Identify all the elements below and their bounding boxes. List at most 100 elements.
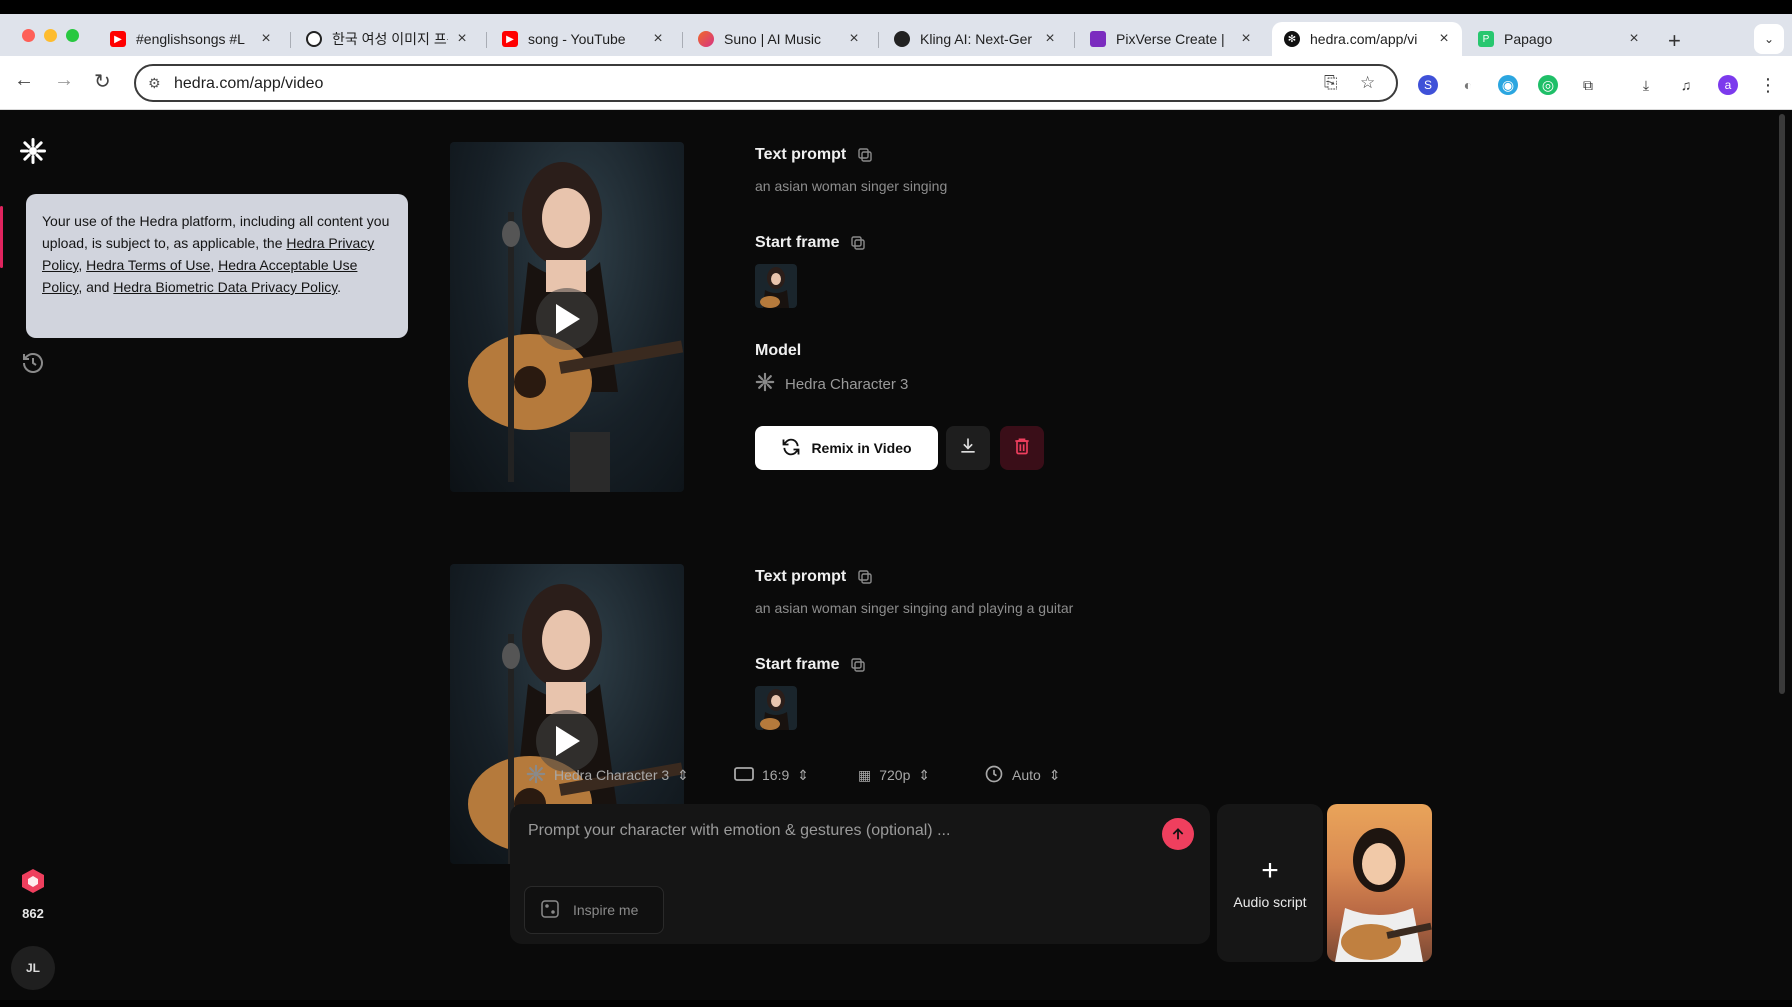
credit-balance: 862 [22,906,44,921]
back-icon[interactable]: ← [14,69,34,92]
address-bar[interactable]: ⚙ hedra.com/app/video ⎘ ☆ [134,64,1398,102]
pixverse-icon [1090,31,1106,47]
close-tab-icon[interactable]: × [1238,30,1254,48]
youtube-icon: ▶ [502,31,518,47]
close-tab-icon[interactable]: × [454,30,470,48]
kling-icon [894,31,910,47]
close-tab-icon[interactable]: × [1042,30,1058,48]
start-frame-thumbnail[interactable] [755,686,797,730]
chevron-updown-icon: ⇕ [918,766,931,783]
profile-avatar[interactable]: a [1718,75,1738,95]
chevron-updown-icon: ⇕ [797,766,809,783]
translate-icon[interactable]: ⎘ [1324,73,1338,93]
tab-search-icon[interactable]: ⌄ [1754,24,1784,54]
tab-6-active[interactable]: ✻ hedra.com/app/vi × [1272,22,1462,56]
resolution-selector[interactable]: ▦ 720p ⇕ [858,760,930,790]
browser-tab-bar: ▶ #englishsongs #L × 한국 여성 이미지 프롬 × ▶ so… [0,14,1792,56]
close-tab-icon[interactable]: × [1626,30,1642,48]
youtube-icon: ▶ [110,31,126,47]
screen: ▶ #englishsongs #L × 한국 여성 이미지 프롬 × ▶ so… [0,14,1792,1000]
close-tab-icon[interactable]: × [650,30,666,48]
extension-gray-icon[interactable]: ◐ [1458,75,1478,95]
video-meta-1: Text prompt an asian woman singer singin… [755,146,947,396]
video-thumbnail[interactable] [450,142,684,492]
model-selector[interactable]: Hedra Character 3 ⇕ [526,760,689,790]
inspire-me-button[interactable]: Inspire me [524,886,664,934]
tab-0[interactable]: ▶ #englishsongs #L × [98,22,284,56]
hedra-icon: ✻ [1284,31,1300,47]
extension-s-icon[interactable]: S [1418,75,1438,95]
tab-5[interactable]: PixVerse Create | × [1078,22,1264,56]
history-icon[interactable] [20,350,46,376]
add-audio-script-button[interactable]: + Audio script [1217,804,1323,962]
browser-toolbar: ← → ↻ ⚙ hedra.com/app/video ⎘ ☆ S ◐ ◉ ◎ … [0,56,1792,110]
plus-icon: + [1261,854,1279,887]
suno-icon [698,31,714,47]
dice-icon [541,899,559,921]
start-frame-label: Start frame [755,234,840,251]
reload-icon[interactable]: ↻ [94,69,111,94]
text-prompt-label: Text prompt [755,146,847,163]
tab-2[interactable]: ▶ song - YouTube × [490,22,676,56]
aspect-ratio-icon [734,766,754,784]
hedra-app: 862 JL Your use of the Hedra platform, i… [0,110,1792,1000]
forward-icon[interactable]: → [54,69,74,92]
copy-icon[interactable] [851,236,866,250]
submit-button[interactable] [1162,818,1194,850]
hedra-logo-icon[interactable] [18,136,48,166]
resolution-icon: ▦ [858,766,872,783]
papago-icon: P [1478,31,1494,47]
biometric-privacy-link[interactable]: Hedra Biometric Data Privacy Policy [113,279,337,295]
copy-icon[interactable] [858,148,872,162]
bookmark-star-icon[interactable]: ☆ [1360,73,1375,93]
tab-3[interactable]: Suno | AI Music × [686,22,872,56]
download-icon [958,436,978,461]
page-scrollbar[interactable] [1779,114,1785,694]
chevron-updown-icon: ⇕ [1048,766,1061,783]
start-frame-label: Start frame [755,656,840,673]
credits-icon[interactable] [20,868,46,894]
hedra-model-icon [526,764,546,787]
close-tab-icon[interactable]: × [1436,30,1452,48]
close-tab-icon[interactable]: × [846,30,862,48]
model-label: Model [755,342,802,359]
url-text: hedra.com/app/video [174,75,324,92]
browser-menu-icon[interactable]: ⋮ [1758,75,1778,95]
extension-globe-icon[interactable]: ◉ [1498,75,1518,95]
minimize-window-button[interactable] [44,29,57,42]
site-settings-icon[interactable]: ⚙ [148,75,161,92]
openai-icon [306,31,322,47]
close-tab-icon[interactable]: × [258,30,274,48]
character-image[interactable] [1327,804,1432,962]
user-avatar[interactable]: JL [11,946,55,990]
zoom-window-button[interactable] [66,29,79,42]
model-name: Hedra Character 3 [785,375,909,393]
tab-4[interactable]: Kling AI: Next-Ger × [882,22,1068,56]
clock-icon [984,764,1004,787]
remix-in-video-button[interactable]: Remix in Video [755,426,938,470]
aspect-ratio-selector[interactable]: 16:9 ⇕ [734,760,809,790]
extensions-puzzle-icon[interactable]: ⧉ [1578,75,1598,95]
downloads-icon[interactable]: ⤓ [1636,75,1656,95]
terms-of-use-link[interactable]: Hedra Terms of Use [86,257,210,273]
media-control-icon[interactable]: ♫ [1676,75,1696,95]
download-button[interactable] [946,426,990,470]
start-frame-thumbnail[interactable] [755,264,797,308]
tab-7[interactable]: P Papago × [1466,22,1652,56]
tab-1[interactable]: 한국 여성 이미지 프롬 × [294,22,480,56]
new-tab-icon[interactable]: + [1668,28,1681,54]
copy-icon[interactable] [858,570,872,584]
duration-selector[interactable]: Auto ⇕ [984,760,1061,790]
prompt-input[interactable] [528,822,1128,840]
play-icon[interactable] [536,288,598,350]
text-prompt-value: an asian woman singer singing [755,178,948,194]
video-meta-2: Text prompt an asian woman singer singin… [755,568,1073,730]
prompt-composer: Inspire me [510,804,1210,944]
close-window-button[interactable] [22,29,35,42]
delete-button[interactable] [1000,426,1044,470]
hedra-model-icon [755,372,775,396]
extension-green-icon[interactable]: ◎ [1538,75,1558,95]
active-nav-indicator [0,206,3,268]
legal-tooltip: Your use of the Hedra platform, includin… [26,194,408,338]
copy-icon[interactable] [851,658,866,672]
